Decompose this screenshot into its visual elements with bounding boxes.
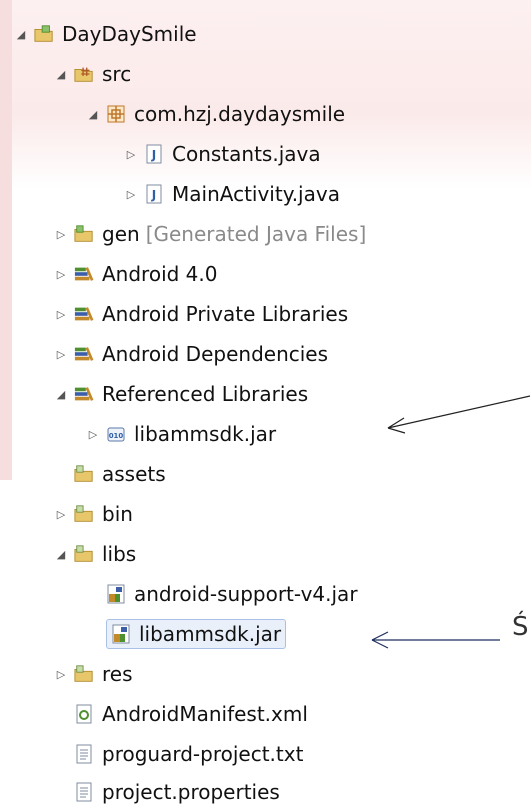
annotation-arrow-referenced [387,395,531,434]
annotation-text-partial: Ś [512,612,529,642]
annotation-arrow-libs-jar [371,631,500,649]
annotation-arrows [371,395,531,649]
